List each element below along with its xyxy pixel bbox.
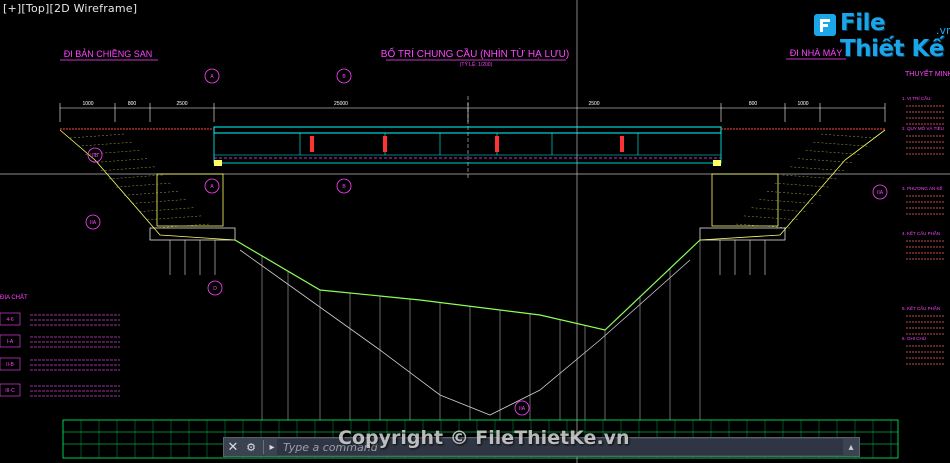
note-item: 3. PHƯƠNG ÁN KẾ: [902, 185, 942, 191]
viewport-label[interactable]: [+][Top][2D Wireframe]: [3, 2, 137, 15]
geology-heading: ĐỊA CHẤT: [0, 294, 28, 301]
wrench-icon[interactable]: ⚙: [242, 438, 260, 456]
section-marker-label: A: [210, 184, 214, 190]
cad-drawing[interactable]: ĐI BẢN CHIỀNG SAN BỐ TRÍ CHUNG CẦU (NHÌN…: [0, 0, 950, 463]
dimension-label: 2500: [176, 101, 187, 107]
notes-heading: THUYẾT MINH: [905, 68, 950, 78]
girder-stiffeners: [214, 133, 721, 166]
dimension-label: 2500: [588, 101, 599, 107]
command-separator: [263, 440, 264, 454]
section-marker-label: IIA: [877, 190, 884, 196]
logo-text: File Thiết Kế: [840, 10, 944, 62]
geology-layer-label: II-B: [6, 362, 14, 368]
notes-list: 1. VỊ TRÍ CẦU: 2. QUY MÔ VÀ TIÊU 3. PHƯƠNG…: [902, 95, 945, 365]
bearing: [713, 160, 721, 166]
bearing: [214, 160, 222, 166]
left-abutment: [156, 173, 224, 227]
section-markers: A B A B D IIA IIB IIA IIA: [85, 68, 888, 416]
geology-legend: 4-6 I-A II-B III-C: [0, 312, 120, 397]
section-marker-label: IIA: [519, 406, 526, 412]
section-marker-label: IIB: [92, 153, 99, 159]
note-item: 1. VỊ TRÍ CẦU:: [902, 95, 932, 101]
section-marker-label: A: [210, 74, 214, 80]
left-footing: [149, 227, 236, 241]
geology-layer-label: III-C: [5, 388, 15, 394]
cross-beam: [495, 136, 499, 152]
left-heading: ĐI BẢN CHIỀNG SAN: [64, 48, 153, 59]
right-slope: [699, 129, 886, 241]
site-logo: File Thiết Kế .vn: [806, 8, 950, 62]
chevron-up-icon[interactable]: ▴: [843, 439, 859, 455]
note-item: 2. QUY MÔ VÀ TIÊU: [902, 124, 944, 131]
dimension-label: 800: [128, 101, 137, 107]
dimension-label: 25000: [334, 101, 348, 107]
cross-beam: [620, 136, 624, 152]
note-item: 6. GHI CHÚ: [902, 335, 926, 341]
geology-layer-label: 4-6: [6, 317, 13, 323]
close-icon[interactable]: ✕: [224, 438, 242, 456]
drawing-viewport[interactable]: ĐI BẢN CHIỀNG SAN BỐ TRÍ CHUNG CẦU (NHÌN…: [0, 0, 950, 463]
section-marker-label: B: [342, 74, 346, 80]
drawing-scale: (TỶ LỆ: 1/200): [460, 60, 493, 68]
dimension-label: 800: [749, 101, 758, 107]
dimension-label: 1000: [797, 101, 808, 107]
logo-suffix: .vn: [936, 24, 950, 37]
right-footing: [699, 227, 786, 241]
cross-beam: [383, 136, 387, 152]
note-item: 4. KẾT CẤU PHẦN: [902, 230, 940, 236]
dimension-label: 1000: [82, 101, 93, 107]
section-marker-label: IIA: [90, 220, 97, 226]
logo-icon: [814, 14, 836, 36]
command-input[interactable]: [277, 439, 843, 455]
note-item: 5. KẾT CẤU PHẦN: [902, 305, 940, 311]
prompt-icon[interactable]: ▸: [267, 438, 277, 456]
section-marker-label: B: [342, 184, 346, 190]
main-girder: [213, 132, 722, 164]
dimension-chain: 1000 800 2500 25000 2500 800 1000: [59, 96, 886, 180]
bridge-deck: [213, 126, 722, 134]
embankment-slopes: [59, 129, 886, 275]
command-line: ✕ ⚙ ▸ ▴: [223, 437, 860, 457]
drawing-title: BỐ TRÍ CHUNG CẦU (NHÌN TỪ HẠ LƯU): [381, 46, 569, 60]
cross-beam: [310, 136, 314, 152]
rock-profile: [239, 249, 691, 416]
geology-layer-label: I-A: [7, 339, 14, 345]
ground-profile: [234, 239, 701, 331]
section-marker-label: D: [213, 286, 217, 292]
station-lines: [261, 240, 701, 420]
